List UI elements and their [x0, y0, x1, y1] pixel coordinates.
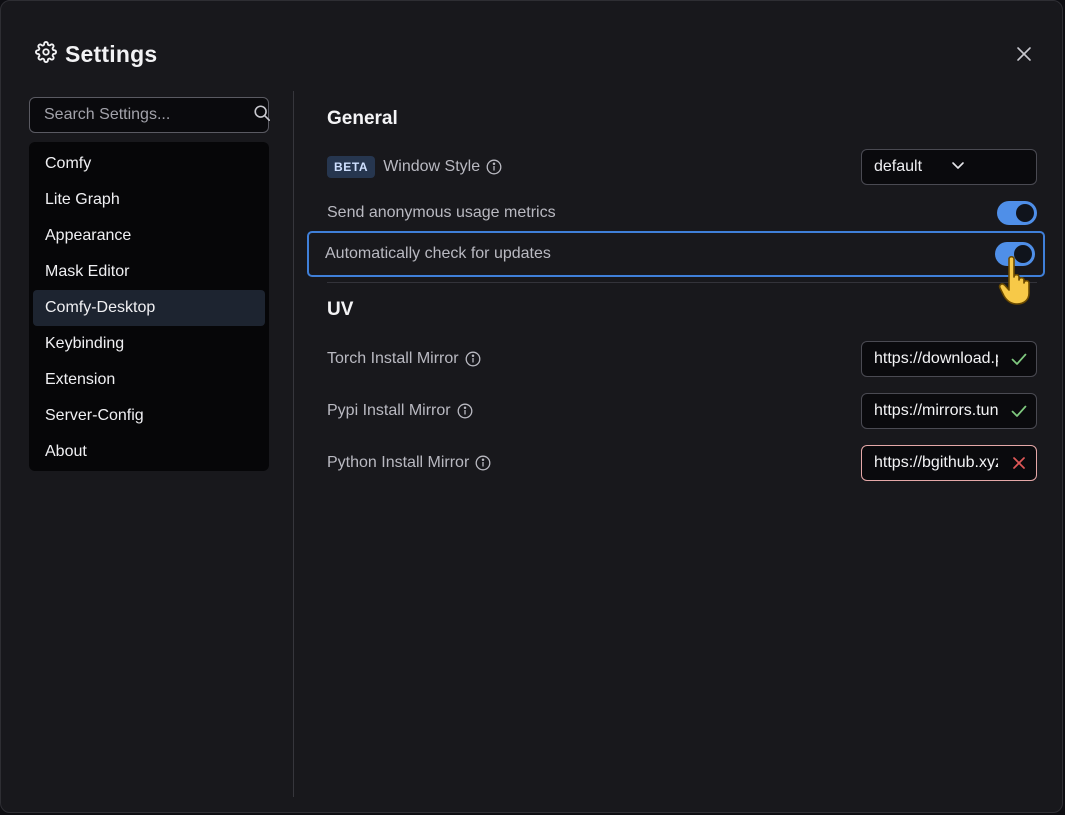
- window-style-label: Window Style: [383, 158, 480, 176]
- python-mirror-field: [861, 445, 1037, 481]
- dialog-header: Settings: [35, 41, 157, 68]
- nav-item-label: Comfy-Desktop: [45, 299, 155, 317]
- setting-label: Torch Install Mirror: [327, 350, 481, 368]
- torch-mirror-label: Torch Install Mirror: [327, 350, 459, 368]
- nav-item-label: Server-Config: [45, 407, 144, 425]
- nav-item-label: Keybinding: [45, 335, 124, 353]
- close-button[interactable]: [1011, 43, 1037, 69]
- nav-item-label: About: [45, 443, 87, 461]
- nav-item-label: Mask Editor: [45, 263, 129, 281]
- info-icon[interactable]: [486, 159, 502, 175]
- setting-label: BETA Window Style: [327, 156, 502, 178]
- setting-pypi-mirror: Pypi Install Mirror: [309, 388, 1045, 434]
- panel-divider: [293, 91, 294, 797]
- python-mirror-input[interactable]: [874, 454, 998, 472]
- check-icon: [1010, 350, 1028, 368]
- chevron-down-icon: [950, 157, 1026, 178]
- settings-nav: Comfy Lite Graph Appearance Mask Editor …: [29, 142, 269, 471]
- setting-check-updates: Automatically check for updates: [307, 231, 1045, 277]
- settings-dialog: Settings Comfy Lite Graph Appearance Mas…: [0, 0, 1063, 813]
- python-mirror-label: Python Install Mirror: [327, 454, 469, 472]
- setting-label: Python Install Mirror: [327, 454, 491, 472]
- nav-item-label: Comfy: [45, 155, 91, 173]
- check-icon: [1010, 402, 1028, 420]
- nav-item-label: Extension: [45, 371, 115, 389]
- info-icon[interactable]: [475, 455, 491, 471]
- section-divider: [327, 282, 1037, 283]
- nav-item-about[interactable]: About: [33, 434, 265, 470]
- search-input[interactable]: [42, 105, 253, 125]
- nav-item-label: Appearance: [45, 227, 131, 245]
- pypi-mirror-field: [861, 393, 1037, 429]
- close-icon: [1016, 46, 1032, 67]
- gear-icon: [35, 41, 57, 68]
- torch-mirror-input[interactable]: [874, 350, 998, 368]
- nav-item-comfy[interactable]: Comfy: [33, 146, 265, 182]
- hand-pointer-cursor-icon: [997, 253, 1035, 307]
- info-icon[interactable]: [465, 351, 481, 367]
- search-icon: [253, 104, 271, 127]
- setting-window-style: BETA Window Style default: [309, 144, 1045, 190]
- nav-item-appearance[interactable]: Appearance: [33, 218, 265, 254]
- nav-item-keybinding[interactable]: Keybinding: [33, 326, 265, 362]
- setting-label: Automatically check for updates: [325, 245, 551, 263]
- section-title-uv: UV: [327, 299, 353, 321]
- nav-item-server-config[interactable]: Server-Config: [33, 398, 265, 434]
- window-style-select[interactable]: default: [861, 149, 1037, 185]
- nav-item-lite-graph[interactable]: Lite Graph: [33, 182, 265, 218]
- setting-python-mirror: Python Install Mirror: [309, 440, 1045, 486]
- section-title-general: General: [327, 108, 398, 130]
- setting-usage-metrics: Send anonymous usage metrics: [309, 190, 1045, 236]
- nav-item-label: Lite Graph: [45, 191, 120, 209]
- check-updates-label: Automatically check for updates: [325, 245, 551, 263]
- setting-label: Pypi Install Mirror: [327, 402, 473, 420]
- info-icon[interactable]: [457, 403, 473, 419]
- dialog-title: Settings: [65, 41, 157, 68]
- nav-item-mask-editor[interactable]: Mask Editor: [33, 254, 265, 290]
- search-box: [29, 97, 269, 133]
- setting-torch-mirror: Torch Install Mirror: [309, 336, 1045, 382]
- usage-metrics-label: Send anonymous usage metrics: [327, 204, 556, 222]
- toggle-knob: [1016, 204, 1034, 222]
- nav-item-comfy-desktop[interactable]: Comfy-Desktop: [33, 290, 265, 326]
- setting-label: Send anonymous usage metrics: [327, 204, 556, 222]
- window-style-value: default: [874, 158, 950, 176]
- beta-badge: BETA: [327, 156, 375, 178]
- pypi-mirror-input[interactable]: [874, 402, 998, 420]
- usage-metrics-toggle[interactable]: [997, 201, 1037, 225]
- torch-mirror-field: [861, 341, 1037, 377]
- nav-item-extension[interactable]: Extension: [33, 362, 265, 398]
- pypi-mirror-label: Pypi Install Mirror: [327, 402, 451, 420]
- error-x-icon: [1010, 454, 1028, 472]
